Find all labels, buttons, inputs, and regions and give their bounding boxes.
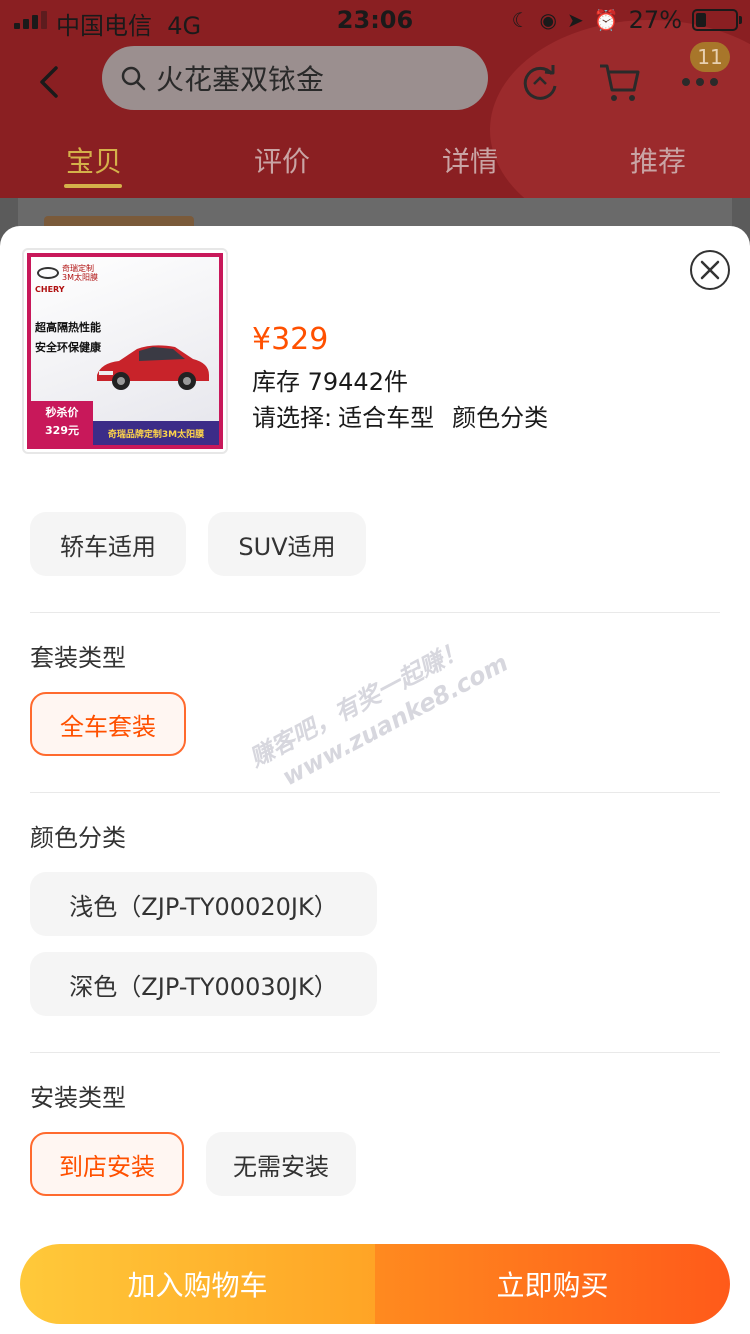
tab-recommend[interactable]: 推荐 — [630, 140, 686, 180]
section-title-install: 安装类型 — [30, 1084, 126, 1112]
back-button[interactable] — [30, 62, 70, 102]
chery-logo-mark — [37, 267, 59, 279]
chevron-left-icon — [40, 66, 58, 98]
watermark: 赚客吧，有奖一起赚！ www.zuanke8.com — [244, 605, 542, 808]
product-image[interactable]: 奇瑞定制 3M太阳膜 CHERY 超高隔热性能 安全环保健康 秒杀价 329元 … — [22, 248, 228, 454]
close-icon — [700, 260, 720, 280]
cart-button[interactable] — [598, 60, 642, 104]
selection-hint-color: 颜色分类 — [452, 404, 549, 432]
section-title-color: 颜色分类 — [30, 824, 126, 852]
tab-reviews[interactable]: 评价 — [254, 140, 310, 180]
section-divider — [30, 1052, 720, 1053]
tab-bar: 宝贝 评价 详情 推荐 — [0, 140, 750, 190]
cart-count-badge: 11 — [690, 42, 730, 72]
section-divider — [30, 612, 720, 613]
action-buttons: 加入购物车 立即购买 — [20, 1244, 730, 1324]
car-illustration — [97, 345, 209, 390]
product-image-content: 奇瑞定制 3M太阳膜 CHERY 超高隔热性能 安全环保健康 秒杀价 329元 … — [27, 253, 223, 449]
location-icon: ➤ — [566, 8, 584, 32]
alarm-icon: ⏰ — [593, 8, 619, 32]
status-bar: 中国电信 4G 23:06 ☾ ◉ ➤ ⏰ 27% — [0, 0, 750, 40]
tab-details[interactable]: 详情 — [442, 140, 498, 180]
image-promo-price: 秒杀价 329元 — [31, 401, 93, 445]
buy-now-button[interactable]: 立即购买 — [375, 1244, 730, 1324]
rotation-lock-icon: ◉ — [539, 8, 557, 32]
image-brand-line1: 奇瑞定制 — [62, 264, 94, 273]
option-install-none[interactable]: 无需安装 — [206, 1132, 356, 1196]
search-icon — [121, 66, 146, 91]
search-input[interactable]: 火花塞双铱金 — [102, 46, 488, 110]
product-price: ¥329 — [252, 322, 329, 357]
option-color-light[interactable]: 浅色（ZJP-TY00020JK） — [30, 872, 377, 936]
tab-active-indicator — [64, 184, 122, 188]
image-brand-text: 奇瑞定制 3M太阳膜 — [62, 264, 98, 282]
section-title-package: 套装类型 — [30, 644, 126, 672]
selection-hint-car-type: 适合车型 — [338, 404, 435, 432]
add-to-cart-button[interactable]: 加入购物车 — [20, 1244, 375, 1324]
chery-logo: 奇瑞定制 3M太阳膜 — [37, 263, 123, 283]
option-suv[interactable]: SUV适用 — [208, 512, 366, 576]
status-right: ☾ ◉ ➤ ⏰ 27% — [511, 6, 742, 34]
battery-icon — [692, 9, 742, 31]
moon-icon: ☾ — [511, 8, 530, 32]
image-promo-line2: 329元 — [45, 424, 79, 437]
sku-sheet: 奇瑞定制 3M太阳膜 CHERY 超高隔热性能 安全环保健康 秒杀价 329元 … — [0, 226, 750, 1334]
image-banner: 奇瑞品牌定制3M太阳膜 — [93, 421, 219, 445]
image-promo-line1: 秒杀价 — [45, 406, 79, 419]
option-full-car-package[interactable]: 全车套装 — [30, 692, 186, 756]
selection-hint-prefix: 请选择: — [252, 404, 333, 432]
share-button[interactable] — [518, 60, 562, 104]
close-button[interactable] — [690, 250, 730, 290]
image-brand-en: CHERY — [35, 285, 65, 294]
image-brand-line2: 3M太阳膜 — [62, 273, 98, 282]
refresh-share-icon — [523, 65, 557, 100]
image-slogan-1: 超高隔热性能 — [35, 321, 101, 334]
search-query: 火花塞双铱金 — [156, 63, 325, 96]
section-divider — [30, 792, 720, 793]
battery-fill — [696, 13, 706, 27]
option-install-store[interactable]: 到店安装 — [30, 1132, 184, 1196]
battery-percent: 27% — [628, 6, 682, 34]
option-sedan[interactable]: 轿车适用 — [30, 512, 186, 576]
image-slogan-2: 安全环保健康 — [35, 341, 101, 354]
stock-count: 库存 79442件 — [252, 368, 408, 396]
selection-hint: 请选择: 适合车型 颜色分类 — [252, 398, 548, 433]
shopping-cart-icon — [600, 64, 640, 101]
tab-baobei[interactable]: 宝贝 — [66, 140, 122, 180]
option-color-dark[interactable]: 深色（ZJP-TY00030JK） — [30, 952, 377, 1016]
